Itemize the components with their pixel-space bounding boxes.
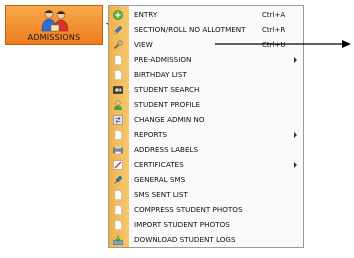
annotation-arrow [215,40,351,48]
arrow-head-icon [342,40,351,48]
